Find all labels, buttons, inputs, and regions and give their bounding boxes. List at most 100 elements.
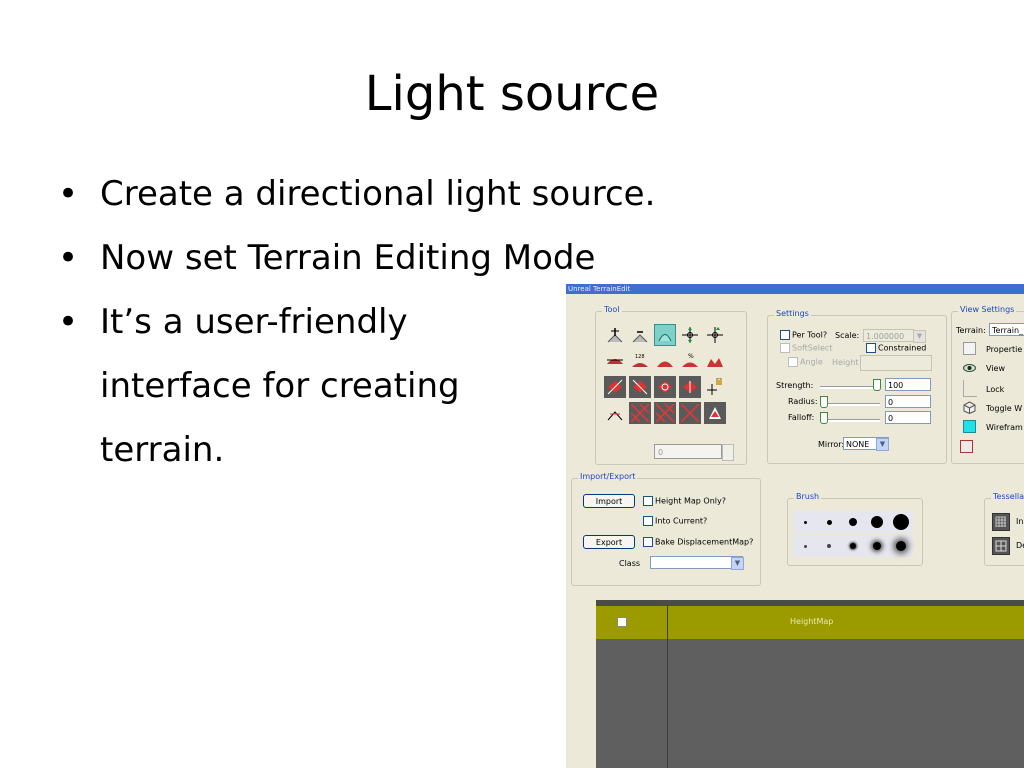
tool-counter-input[interactable]: 0 [654, 444, 722, 459]
constrained-checkbox[interactable]: Constrained [866, 343, 926, 353]
chevron-down-icon[interactable]: ▼ [731, 557, 744, 570]
cross-icon[interactable] [604, 402, 626, 424]
constrained-label: Constrained [878, 343, 927, 353]
brush-hard-5[interactable] [889, 511, 913, 533]
per-tool-label: Per Tool? [792, 330, 828, 340]
softselect-checkbox[interactable]: SoftSelect [780, 343, 832, 353]
lock-move-icon[interactable] [704, 376, 726, 398]
height-map-only-checkbox[interactable]: Height Map Only? [643, 496, 726, 506]
import-button[interactable]: Import [583, 494, 635, 508]
group-legend: View Settings [958, 305, 1017, 314]
height-label: Height [832, 358, 859, 367]
flatten-icon[interactable] [604, 350, 626, 372]
paint-red-icon[interactable] [679, 376, 701, 398]
bullet-text: Now set Terrain Editing Mode [100, 238, 596, 278]
percent-label: % [688, 353, 694, 360]
view-settings-item[interactable]: Toggle W [986, 404, 1022, 413]
brush-hard-1[interactable] [793, 511, 817, 533]
view-settings-item[interactable]: Lock [986, 385, 1004, 394]
spinner-arrows[interactable] [722, 444, 734, 461]
paint-red-icon[interactable] [604, 376, 626, 398]
hatch-icon[interactable] [679, 402, 701, 424]
brush-soft-1[interactable] [793, 535, 817, 557]
chevron-down-icon[interactable]: ▼ [913, 330, 926, 343]
brush-hard-3[interactable] [841, 511, 865, 533]
properties-icon[interactable] [963, 342, 976, 355]
increase-tessellation-icon[interactable] [992, 513, 1010, 531]
strength-slider-thumb[interactable] [873, 379, 881, 391]
bullet-item: Now set Terrain Editing Mode [58, 226, 655, 290]
noise-icon[interactable] [654, 350, 676, 372]
brush-hard-4[interactable] [865, 511, 889, 533]
group-legend: Import/Export [578, 472, 638, 481]
angle-checkbox[interactable]: Angle [788, 357, 823, 367]
group-legend: Brush [794, 492, 822, 501]
per-tool-checkbox[interactable]: Per Tool? [780, 330, 827, 340]
tessellation-item[interactable]: In [1016, 517, 1023, 526]
class-select[interactable] [650, 556, 743, 569]
into-current-checkbox[interactable]: Into Current? [643, 516, 707, 526]
brush-soft-5[interactable] [889, 535, 913, 557]
mirror-label: Mirror: [818, 440, 845, 449]
decrease-tessellation-icon[interactable] [992, 537, 1010, 555]
group-legend: Settings [774, 309, 811, 318]
view-settings-item[interactable]: Wirefram [986, 423, 1023, 432]
eye-icon[interactable] [963, 363, 976, 373]
chevron-down-icon[interactable]: ▼ [876, 438, 889, 451]
paint-red-icon[interactable] [654, 376, 676, 398]
heightmap-select-all-checkbox[interactable] [617, 617, 627, 627]
view-settings-group: View Settings Terrain: Terrain_ Properti… [951, 305, 1024, 464]
slide-title: Light source [364, 66, 660, 122]
paint-red-icon[interactable] [629, 376, 651, 398]
view-settings-item[interactable]: Propertie [986, 345, 1022, 354]
radius-input[interactable]: 0 [885, 395, 931, 408]
window-titlebar: Unreal TerrainEdit [566, 284, 1024, 294]
height-input[interactable] [860, 355, 932, 371]
group-legend: Tessellat [991, 492, 1024, 501]
brush-soft-4[interactable] [865, 535, 889, 557]
brush-hard-2[interactable] [817, 511, 841, 533]
terrain-label: Terrain: [956, 326, 986, 335]
terrain-editor-screenshot: Unreal TerrainEdit Tool 128 % 0 Settings… [566, 284, 1024, 768]
tool-grid: 128 % [604, 324, 728, 428]
brush-soft-2[interactable] [817, 535, 841, 557]
lower-icon[interactable] [629, 324, 651, 346]
move-icon[interactable] [679, 324, 701, 346]
tessellation-item[interactable]: De [1016, 541, 1024, 550]
radius-slider-thumb[interactable] [820, 396, 828, 408]
percent-icon[interactable]: % [679, 350, 701, 372]
color-swatch-icon[interactable] [963, 420, 976, 433]
into-current-label: Into Current? [655, 516, 708, 526]
hatch-icon[interactable] [629, 402, 651, 424]
tool-group: Tool 128 % 0 [595, 305, 747, 465]
tessellation-group: Tessellat In De [984, 492, 1024, 566]
bake-displacement-checkbox[interactable]: Bake DisplacementMap? [643, 537, 753, 547]
falloff-slider[interactable] [820, 419, 880, 422]
height-map-only-label: Height Map Only? [655, 496, 726, 506]
falloff-label: Falloff: [788, 413, 815, 422]
bullet-item: Create a directional light source. [58, 162, 655, 226]
heightmap-column-header[interactable]: HeightMap [790, 617, 833, 626]
angle-label: Angle [800, 357, 823, 367]
brush-soft-3[interactable] [841, 535, 865, 557]
flatten-128-icon[interactable]: 128 [629, 350, 651, 372]
lock-icon[interactable] [963, 380, 977, 397]
falloff-slider-thumb[interactable] [820, 412, 828, 424]
export-button[interactable]: Export [583, 535, 635, 549]
terrain-select[interactable]: Terrain_ [989, 323, 1024, 336]
render-icon[interactable] [960, 440, 973, 453]
scale-icon[interactable] [704, 324, 726, 346]
cube-icon[interactable] [963, 401, 976, 415]
raise-icon[interactable] [604, 324, 626, 346]
softselect-label: SoftSelect [792, 343, 833, 353]
decal-icon[interactable] [704, 402, 726, 424]
falloff-input[interactable]: 0 [885, 411, 931, 424]
hatch-icon[interactable] [654, 402, 676, 424]
strength-slider[interactable] [820, 386, 880, 389]
view-settings-item[interactable]: View [986, 364, 1005, 373]
erode-icon[interactable] [704, 350, 726, 372]
scale-input[interactable]: 1.000000 [863, 329, 914, 342]
smooth-icon[interactable] [654, 324, 676, 346]
radius-slider[interactable] [820, 403, 880, 406]
strength-input[interactable]: 100 [885, 378, 931, 391]
